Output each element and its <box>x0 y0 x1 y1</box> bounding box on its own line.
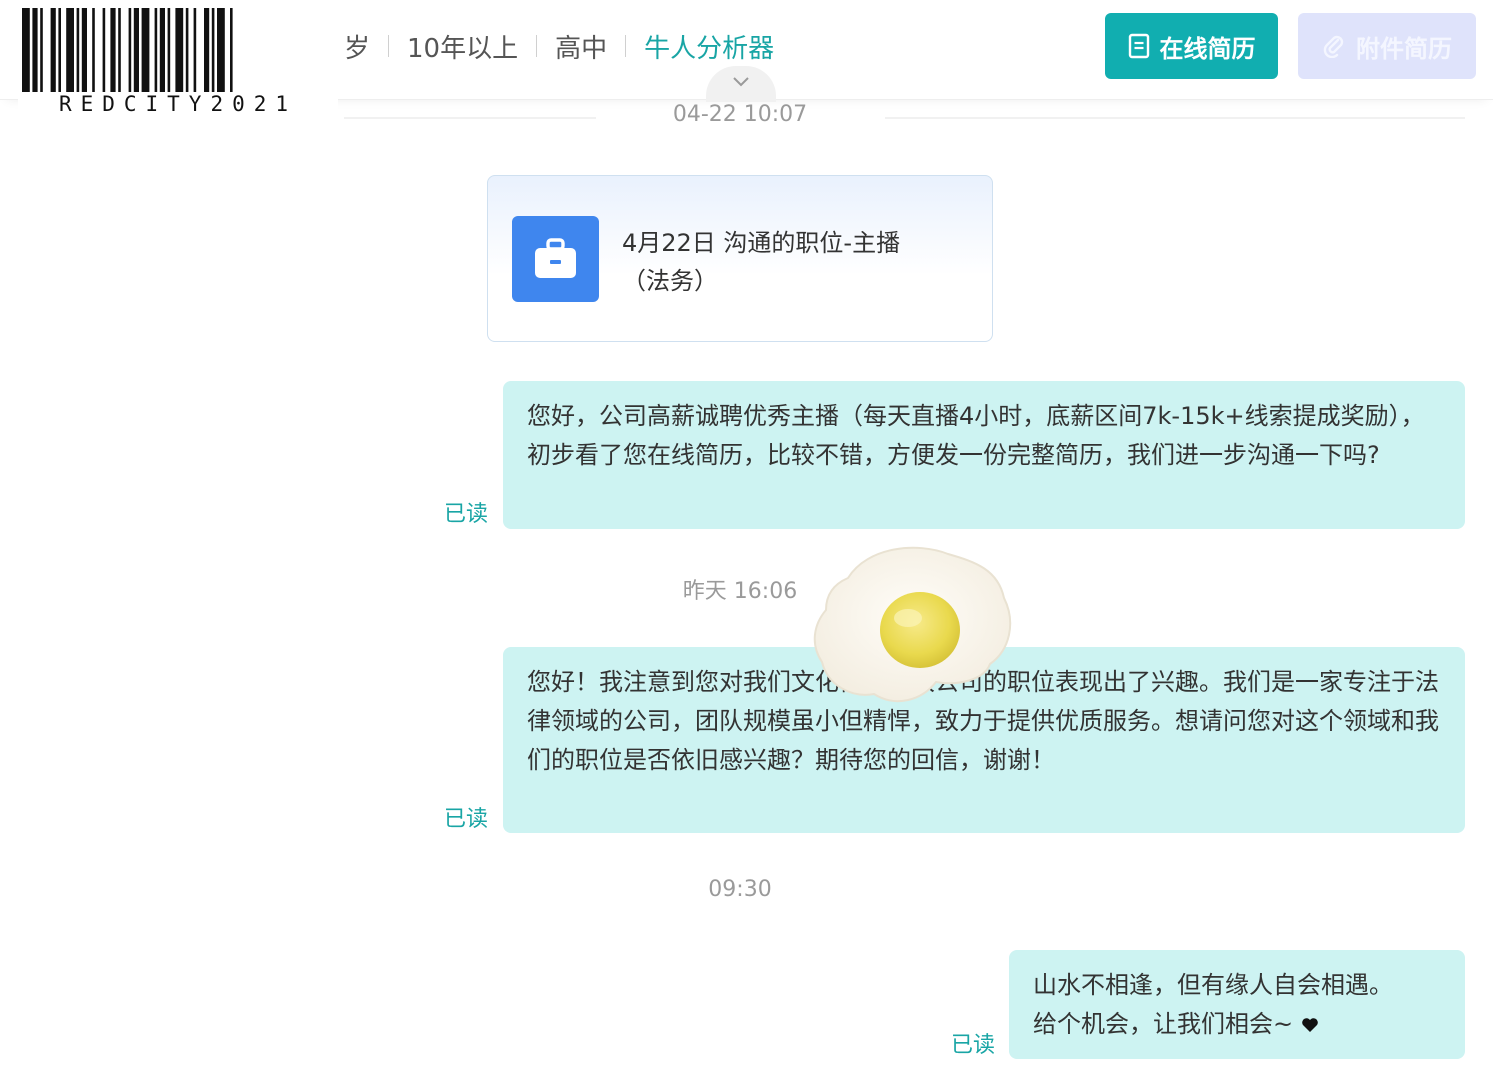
message-text-line: 给个机会，让我们相会~ <box>1033 1005 1441 1044</box>
attachment-resume-label: 附件简历 <box>1356 34 1452 63</box>
briefcase-icon <box>512 216 599 302</box>
profile-age: 岁 <box>344 33 371 64</box>
profile-experience: 10年以上 <box>407 33 519 64</box>
barcode-watermark: REDCITY2021 <box>18 6 338 116</box>
job-card-title-line: 4月22日 沟通的职位-主播 <box>622 229 901 257</box>
fried-egg-sticker <box>813 546 1012 703</box>
resume-doc-icon <box>1128 33 1149 59</box>
read-status: 已读 <box>951 1033 996 1058</box>
message-bubble: 山水不相逢，但有缘人自会相遇。 给个机会，让我们相会~ <box>1009 950 1465 1059</box>
separator <box>388 35 390 57</box>
online-resume-button[interactable]: 在线简历 <box>1105 13 1278 79</box>
attachment-resume-button[interactable]: 附件简历 <box>1298 13 1476 79</box>
heart-icon <box>1301 1018 1318 1032</box>
timestamp: 09:30 <box>708 877 772 902</box>
candidate-profile-summary: 岁 10年以上 高中 牛人分析器 <box>344 28 774 64</box>
message-bubble: 您好，公司高薪诚聘优秀主播（每天直播4小时，底薪区间7k-15k+线索提成奖励）… <box>503 381 1465 529</box>
timestamp: 04-22 10:07 <box>672 102 808 127</box>
divider-line <box>344 117 596 119</box>
message-text: 您好，公司高薪诚聘优秀主播（每天直播4小时，底薪区间7k-15k+线索提成奖励）… <box>527 402 1425 469</box>
read-status: 已读 <box>444 502 489 527</box>
separator <box>536 35 538 57</box>
job-card-title: 4月22日 沟通的职位-主播 （法务） <box>622 224 942 300</box>
expand-history-toggle[interactable] <box>706 66 776 102</box>
barcode-text: REDCITY2021 <box>58 92 298 116</box>
job-card[interactable]: 4月22日 沟通的职位-主播 （法务） <box>487 175 993 342</box>
divider-line <box>885 117 1465 119</box>
chevron-down-icon <box>733 77 749 87</box>
online-resume-label: 在线简历 <box>1159 34 1256 63</box>
job-card-title-line: （法务） <box>622 267 718 295</box>
analyzer-link[interactable]: 牛人分析器 <box>644 28 774 65</box>
profile-education: 高中 <box>555 33 608 64</box>
separator <box>625 35 627 57</box>
read-status: 已读 <box>444 807 489 832</box>
message-text: 给个机会，让我们相会~ <box>1033 1010 1294 1038</box>
paperclip-icon <box>1323 35 1344 58</box>
message-text: 山水不相逢，但有缘人自会相遇。 <box>1033 971 1393 999</box>
